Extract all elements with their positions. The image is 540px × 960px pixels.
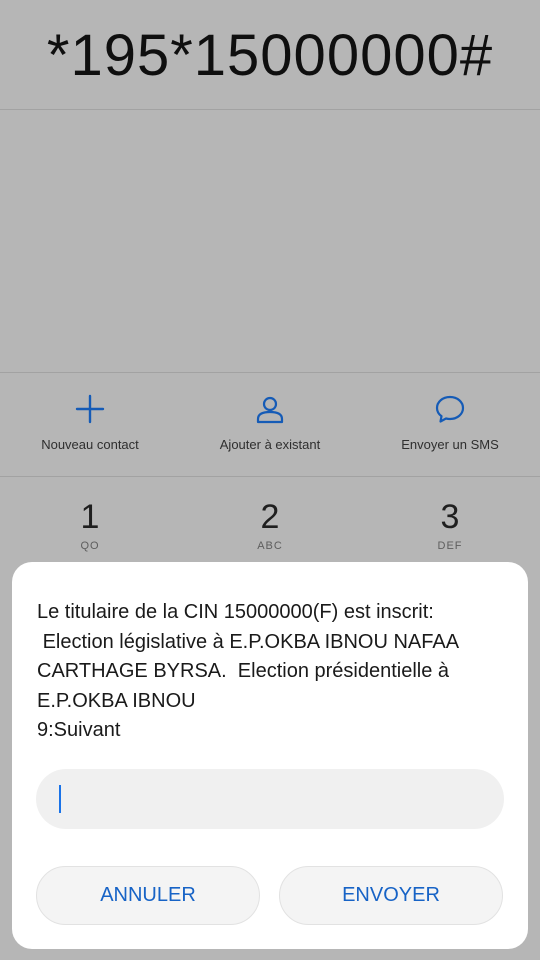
ussd-reply-field[interactable] xyxy=(36,769,504,829)
send-button[interactable]: ENVOYER xyxy=(279,866,503,925)
ussd-dialog: Le titulaire de la CIN 15000000(F) est i… xyxy=(12,562,528,949)
ussd-reply-input[interactable] xyxy=(36,769,504,829)
text-cursor xyxy=(59,785,61,813)
ussd-message: Le titulaire de la CIN 15000000(F) est i… xyxy=(37,601,458,741)
cancel-button[interactable]: ANNULER xyxy=(36,866,260,925)
